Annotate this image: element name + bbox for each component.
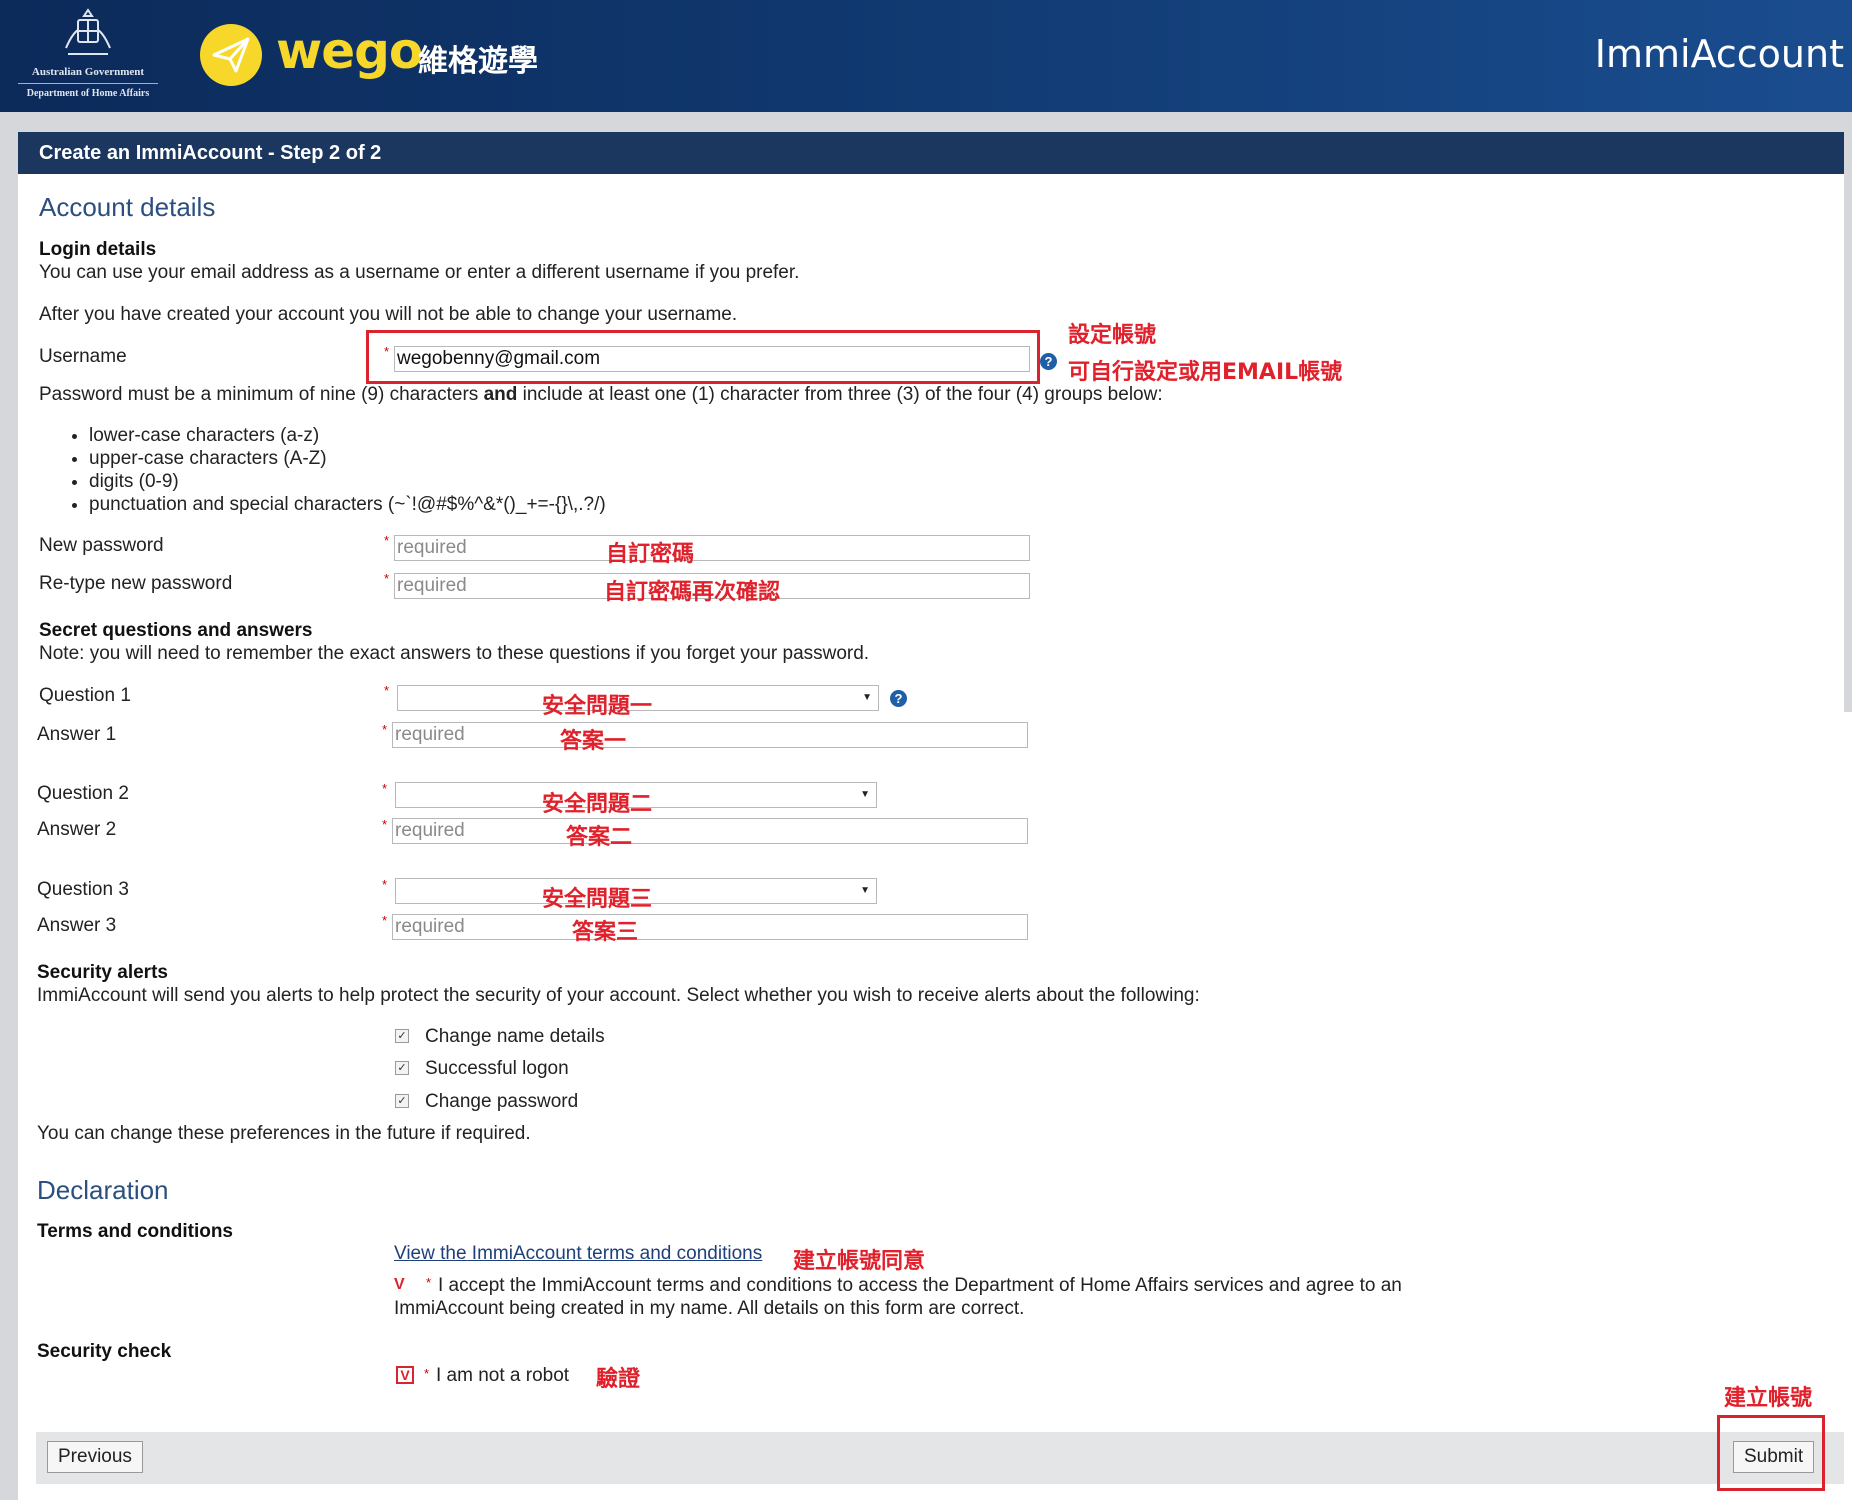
annotation-question2: 安全問題二 (542, 792, 653, 817)
secret-questions-heading: Secret questions and answers (39, 620, 313, 641)
annotation-agree: 建立帳號同意 (793, 1249, 926, 1274)
dropdown-caret-icon: ▼ (860, 885, 870, 896)
question2-label: Question 2 (37, 783, 129, 804)
answer3-label: Answer 3 (37, 915, 117, 936)
username-warning-text: After you have created your account you … (39, 304, 738, 325)
required-marker: * (384, 571, 390, 586)
preferences-note: You can change these preferences in the … (37, 1123, 531, 1144)
rule-item: punctuation and special characters (~`!@… (89, 493, 606, 516)
gov-divider (18, 83, 158, 84)
annotation-create-account: 建立帳號 (1724, 1386, 1813, 1411)
password-rule-prefix: Password must be a minimum of nine (9) c… (39, 384, 484, 405)
question1-label: Question 1 (39, 685, 131, 706)
alert-change-name-label: Change name details (425, 1026, 605, 1047)
app-title: ImmiAccount (1594, 32, 1844, 76)
alert-change-password-checkbox[interactable]: ✓ (395, 1094, 409, 1108)
required-marker: * (424, 1366, 430, 1381)
new-password-input[interactable] (394, 535, 1030, 561)
accept-terms-text-line2: ImmiAccount being created in my name. Al… (394, 1298, 1025, 1319)
retype-password-label: Re-type new password (39, 573, 233, 594)
site-header: Australian Government Department of Home… (0, 0, 1852, 112)
submit-highlight-box (1717, 1415, 1825, 1491)
security-alerts-heading: Security alerts (37, 962, 168, 983)
rule-item: lower-case characters (a-z) (89, 424, 606, 447)
alert-change-name-checkbox[interactable]: ✓ (395, 1029, 409, 1043)
new-password-label: New password (39, 535, 164, 556)
department-name-line: Department of Home Affairs (26, 88, 150, 99)
rule-item: digits (0-9) (89, 470, 606, 493)
required-marker: * (384, 533, 390, 548)
annotation-answer1: 答案一 (560, 729, 627, 754)
annotation-confirm-password: 自訂密碼再次確認 (604, 580, 781, 605)
login-details-heading: Login details (39, 239, 157, 260)
login-details-text: You can use your email address as a user… (39, 262, 800, 283)
coat-of-arms-icon (65, 8, 111, 55)
password-rule-text: Password must be a minimum of nine (9) c… (39, 384, 1163, 406)
header-divider (0, 112, 1852, 132)
required-marker: * (426, 1275, 432, 1290)
previous-button[interactable]: Previous (47, 1441, 143, 1473)
wego-wordmark: wego (276, 22, 423, 80)
step-title-bar: Create an ImmiAccount - Step 2 of 2 (18, 132, 1844, 174)
required-marker: * (382, 817, 388, 832)
username-highlight-box (366, 330, 1040, 384)
dropdown-caret-icon: ▼ (862, 692, 872, 703)
rule-item: upper-case characters (A-Z) (89, 447, 606, 470)
password-rule-bold: and (483, 384, 518, 405)
required-marker: * (384, 683, 390, 698)
required-marker: * (382, 913, 388, 928)
account-details-heading: Account details (39, 192, 216, 222)
required-marker: * (382, 722, 388, 737)
form-footer-bar (36, 1432, 1844, 1484)
answer2-input[interactable] (392, 818, 1028, 844)
answer1-label: Answer 1 (37, 724, 117, 745)
not-a-robot-checkbox[interactable]: V (396, 1366, 414, 1384)
required-marker: * (382, 877, 388, 892)
not-a-robot-label: I am not a robot (436, 1365, 570, 1386)
annotation-custom-or-email: 可自行設定或用EMAIL帳號 (1068, 360, 1343, 385)
terms-link[interactable]: View the ImmiAccount terms and condition… (394, 1243, 762, 1265)
answer1-input[interactable] (392, 722, 1028, 748)
username-help-icon[interactable]: ? (1040, 353, 1057, 370)
annotation-answer2: 答案二 (566, 825, 633, 850)
terms-heading: Terms and conditions (37, 1221, 234, 1242)
right-page-border (1844, 112, 1852, 712)
wego-chinese-name: 維格遊學 (418, 44, 538, 79)
accept-terms-checkbox[interactable]: V (394, 1276, 405, 1294)
dropdown-caret-icon: ▼ (860, 789, 870, 800)
security-alerts-text: ImmiAccount will send you alerts to help… (37, 985, 1200, 1006)
username-label: Username (39, 346, 127, 367)
answer3-input[interactable] (392, 914, 1028, 940)
answer2-label: Answer 2 (37, 819, 117, 840)
accept-terms-text-line1: I accept the ImmiAccount terms and condi… (438, 1275, 1402, 1296)
paper-plane-icon (212, 37, 250, 73)
secret-questions-note: Note: you will need to remember the exac… (39, 643, 870, 664)
australian-government-logo: Australian Government Department of Home… (12, 6, 164, 102)
alert-successful-logon-checkbox[interactable]: ✓ (395, 1061, 409, 1075)
alert-successful-logon-label: Successful logon (425, 1058, 569, 1079)
wego-logo (200, 24, 262, 86)
password-rules-list: lower-case characters (a-z) upper-case c… (39, 424, 606, 516)
left-page-border (0, 112, 18, 1500)
security-check-heading: Security check (37, 1341, 172, 1362)
annotation-verify: 驗證 (596, 1367, 641, 1392)
alert-change-password-label: Change password (425, 1091, 579, 1112)
annotation-question1: 安全問題一 (542, 694, 653, 719)
question1-help-icon[interactable]: ? (890, 690, 907, 707)
password-rule-suffix: include at least one (1) character from … (517, 384, 1163, 405)
annotation-set-account: 設定帳號 (1068, 323, 1157, 348)
annotation-answer3: 答案三 (572, 920, 639, 945)
declaration-heading: Declaration (37, 1175, 169, 1205)
gov-name-line: Australian Government (31, 66, 145, 78)
annotation-custom-password: 自訂密碼 (606, 542, 695, 567)
annotation-question3: 安全問題三 (542, 887, 653, 912)
question3-label: Question 3 (37, 879, 129, 900)
required-marker: * (382, 781, 388, 796)
step-title: Create an ImmiAccount - Step 2 of 2 (39, 142, 382, 164)
